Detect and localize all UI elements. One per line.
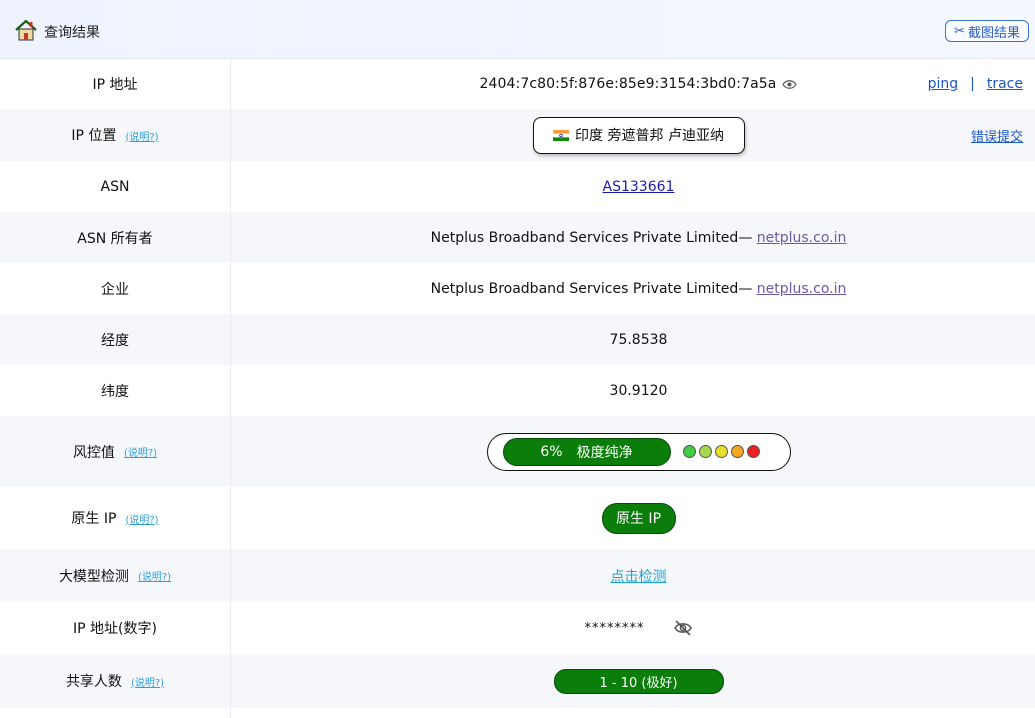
row-asn: ASN AS133661 <box>0 161 1035 212</box>
screenshot-result-button[interactable]: ✂ 截图结果 <box>945 20 1029 42</box>
risk-meter: 6% 极度纯净 <box>486 432 791 471</box>
eye-icon[interactable] <box>782 79 798 90</box>
company-name: Netplus Broadband Services Private Limit… <box>430 280 739 297</box>
row-next-partial <box>0 708 1035 718</box>
asn-owner-name: Netplus Broadband Services Private Limit… <box>430 229 739 246</box>
asn-owner-dash: — <box>738 229 753 246</box>
label-asn: ASN <box>0 161 231 212</box>
row-latitude: 纬度 30.9120 <box>0 365 1035 416</box>
label-company: 企业 <box>0 263 231 314</box>
link-separator: | <box>970 76 975 92</box>
eye-off-icon[interactable] <box>673 619 693 637</box>
ping-link[interactable]: ping <box>928 76 959 92</box>
risk-dot-1 <box>682 445 696 458</box>
label-llm-detection: 大模型检测 (说明?) <box>0 549 231 602</box>
row-asn-owner: ASN 所有者 Netplus Broadband Services Priva… <box>0 212 1035 263</box>
risk-dot-5 <box>746 445 760 458</box>
company-domain-link[interactable]: netplus.co.in <box>757 281 847 297</box>
location-text: 印度 旁遮普邦 卢迪亚纳 <box>575 128 724 144</box>
location-pill: 印度 旁遮普邦 卢迪亚纳 <box>532 116 745 154</box>
row-shared-users: 共享人数 (说明?) 1 - 10 (极好) <box>0 654 1035 708</box>
value-llm-detection: 点击检测 <box>231 549 1035 602</box>
ip-tool-links: ping | trace <box>928 59 1023 109</box>
native-ip-badge: 原生 IP <box>601 502 676 534</box>
row-llm-detection: 大模型检测 (说明?) 点击检测 <box>0 549 1035 602</box>
label-ip-location: IP 位置 (说明?) <box>0 109 231 161</box>
label-asn-owner: ASN 所有者 <box>0 212 231 263</box>
label-longitude: 经度 <box>0 314 231 365</box>
trace-link[interactable]: trace <box>987 76 1023 92</box>
label-risk-score: 风控值 (说明?) <box>0 416 231 487</box>
help-link-risk[interactable]: (说明?) <box>124 444 157 459</box>
help-link-llm[interactable]: (说明?) <box>138 568 171 583</box>
value-company: Netplus Broadband Services Private Limit… <box>231 263 1035 314</box>
ip-numeric-masked: ******** <box>584 620 645 636</box>
value-latitude: 30.9120 <box>231 365 1035 416</box>
row-ip-location: IP 位置 (说明?) 印度 旁遮普邦 卢迪亚纳 错误提交 <box>0 109 1035 161</box>
longitude-text: 75.8538 <box>609 331 668 348</box>
row-longitude: 经度 75.8538 <box>0 314 1035 365</box>
value-asn-owner: Netplus Broadband Services Private Limit… <box>231 212 1035 263</box>
row-company: 企业 Netplus Broadband Services Private Li… <box>0 263 1035 314</box>
company-dash: — <box>738 280 753 297</box>
risk-percent: 6% <box>540 443 563 460</box>
risk-dot-4 <box>730 445 744 458</box>
risk-dot-3 <box>714 445 728 458</box>
row-ip-address: IP 地址 2404:7c80:5f:876e:85e9:3154:3bd0:7… <box>0 59 1035 109</box>
row-native-ip: 原生 IP (说明?) 原生 IP <box>0 487 1035 549</box>
query-result-panel: 查询结果 ✂ 截图结果 IP 地址 2404:7c80:5f:876e:85e9… <box>0 0 1035 718</box>
label-latitude: 纬度 <box>0 365 231 416</box>
help-link-native[interactable]: (说明?) <box>125 511 158 526</box>
value-ip-numeric: ******** <box>231 602 1035 654</box>
row-ip-numeric: IP 地址(数字) ******** <box>0 602 1035 654</box>
screenshot-result-label: 截图结果 <box>967 25 1020 41</box>
label-native-ip: 原生 IP (说明?) <box>0 487 231 549</box>
row-risk-score: 风控值 (说明?) 6% 极度纯净 <box>0 416 1035 487</box>
help-link-location[interactable]: (说明?) <box>125 128 158 143</box>
value-risk-score: 6% 极度纯净 <box>231 416 1035 487</box>
value-asn: AS133661 <box>231 161 1035 212</box>
label-ip-address: IP 地址 <box>0 59 231 109</box>
header-title: 查询结果 <box>44 25 100 41</box>
click-detect-link[interactable]: 点击检测 <box>611 566 667 586</box>
shared-users-badge: 1 - 10 (极好) <box>553 668 724 694</box>
asn-link[interactable]: AS133661 <box>603 179 675 195</box>
asn-owner-domain-link[interactable]: netplus.co.in <box>757 230 847 246</box>
value-ip-location: 印度 旁遮普邦 卢迪亚纳 <box>231 109 1035 161</box>
value-ip-address: 2404:7c80:5f:876e:85e9:3154:3bd0:7a5a <box>231 59 1035 109</box>
home-icon <box>15 19 37 41</box>
risk-level: 极度纯净 <box>576 444 633 461</box>
error-report-link[interactable]: 错误提交 <box>971 109 1023 161</box>
scissors-icon: ✂ <box>954 23 965 39</box>
label-next-partial <box>0 708 231 718</box>
value-native-ip: 原生 IP <box>231 487 1035 549</box>
risk-dot-2 <box>698 445 712 458</box>
risk-level-dots <box>682 445 760 458</box>
value-longitude: 75.8538 <box>231 314 1035 365</box>
ip-address-text: 2404:7c80:5f:876e:85e9:3154:3bd0:7a5a <box>479 76 777 92</box>
label-shared-users: 共享人数 (说明?) <box>0 654 231 708</box>
risk-bar: 6% 极度纯净 <box>502 437 671 466</box>
label-ip-numeric: IP 地址(数字) <box>0 602 231 654</box>
latitude-text: 30.9120 <box>609 382 668 399</box>
help-link-shared[interactable]: (说明?) <box>131 674 164 689</box>
result-header: 查询结果 ✂ 截图结果 <box>0 0 1035 59</box>
india-flag-icon <box>553 129 570 141</box>
value-shared-users: 1 - 10 (极好) <box>231 654 1035 708</box>
